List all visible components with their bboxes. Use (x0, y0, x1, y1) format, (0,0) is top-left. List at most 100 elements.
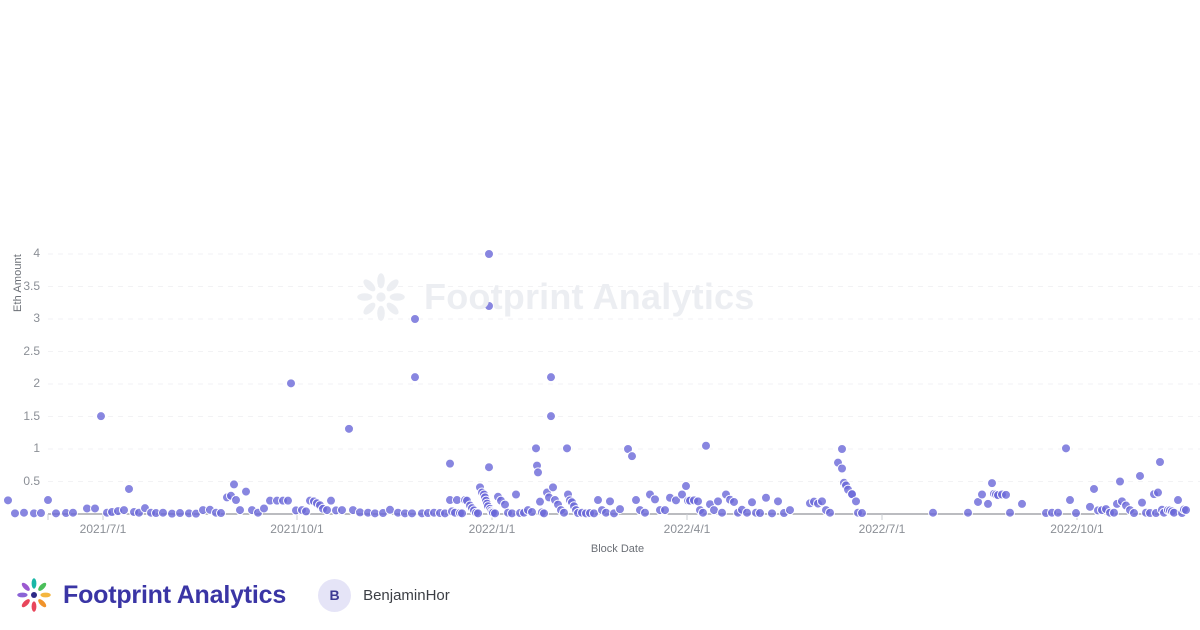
data-point[interactable] (1181, 505, 1191, 516)
data-point[interactable] (548, 482, 558, 493)
data-point[interactable] (301, 506, 311, 517)
data-point[interactable] (755, 508, 765, 519)
data-point[interactable] (817, 496, 827, 507)
user-chip[interactable]: B BenjaminHor (318, 578, 450, 612)
data-point[interactable] (484, 462, 494, 473)
data-point[interactable] (1129, 508, 1139, 519)
data-point[interactable] (259, 503, 269, 514)
data-point[interactable] (562, 443, 572, 454)
data-point[interactable] (511, 489, 521, 500)
data-point[interactable] (987, 478, 997, 489)
data-point[interactable] (650, 494, 660, 505)
data-point[interactable] (10, 508, 20, 519)
data-point[interactable] (484, 249, 494, 259)
data-point[interactable] (539, 508, 549, 519)
data-point[interactable] (559, 507, 569, 518)
data-point[interactable] (605, 496, 615, 507)
data-point[interactable] (283, 495, 293, 506)
data-point[interactable] (857, 508, 867, 519)
data-point[interactable] (983, 498, 993, 509)
data-point[interactable] (229, 479, 239, 490)
data-point[interactable] (344, 423, 354, 434)
data-point[interactable] (767, 508, 777, 519)
data-point[interactable] (490, 508, 500, 519)
data-point[interactable] (593, 495, 603, 506)
data-point[interactable] (96, 411, 106, 422)
data-point[interactable] (68, 507, 78, 518)
data-point[interactable] (90, 503, 100, 514)
data-point[interactable] (1005, 507, 1015, 518)
data-point[interactable] (158, 507, 168, 518)
data-point[interactable] (742, 507, 752, 518)
data-point[interactable] (615, 504, 625, 515)
data-point[interactable] (837, 444, 847, 454)
data-point[interactable] (701, 440, 711, 451)
data-point[interactable] (825, 507, 835, 518)
data-point[interactable] (473, 508, 483, 519)
data-point[interactable] (286, 378, 296, 389)
data-point[interactable] (963, 507, 973, 518)
data-point[interactable] (410, 372, 420, 383)
data-point[interactable] (231, 495, 241, 506)
data-point[interactable] (640, 507, 650, 518)
data-point[interactable] (175, 508, 185, 519)
data-point[interactable] (241, 486, 251, 497)
data-point[interactable] (977, 489, 987, 500)
data-point[interactable] (527, 507, 537, 518)
data-point[interactable] (773, 496, 783, 507)
data-point[interactable] (1065, 495, 1075, 506)
data-point[interactable] (1135, 470, 1145, 481)
data-point[interactable] (681, 481, 691, 492)
data-point[interactable] (1071, 508, 1081, 519)
data-point[interactable] (1155, 457, 1165, 467)
data-point[interactable] (837, 463, 847, 474)
data-point[interactable] (546, 372, 556, 383)
data-point[interactable] (535, 496, 545, 507)
data-point[interactable] (761, 492, 771, 503)
data-point[interactable] (851, 496, 861, 507)
data-point[interactable] (717, 507, 727, 518)
data-point[interactable] (533, 467, 543, 478)
data-point[interactable] (747, 497, 757, 508)
data-point[interactable] (1173, 495, 1183, 506)
data-point[interactable] (546, 411, 556, 422)
data-point[interactable] (693, 496, 703, 507)
data-point[interactable] (43, 495, 53, 506)
data-point[interactable] (19, 507, 29, 518)
data-point[interactable] (51, 508, 61, 519)
data-point[interactable] (660, 505, 670, 516)
data-point[interactable] (337, 505, 347, 516)
data-point[interactable] (1109, 507, 1119, 518)
data-point[interactable] (3, 495, 13, 506)
scatter-chart: Footprint Analytics Eth Amount Block Dat… (0, 0, 1200, 560)
data-point[interactable] (785, 505, 795, 516)
data-point[interactable] (484, 301, 494, 311)
data-point[interactable] (407, 508, 417, 519)
data-point[interactable] (1017, 498, 1027, 509)
data-point[interactable] (1001, 489, 1011, 500)
data-point[interactable] (216, 508, 226, 519)
data-point[interactable] (713, 496, 723, 507)
data-point[interactable] (631, 495, 641, 506)
data-point[interactable] (326, 495, 336, 506)
data-point[interactable] (445, 458, 455, 469)
data-point[interactable] (1137, 497, 1147, 508)
data-point[interactable] (1115, 476, 1125, 487)
data-point[interactable] (457, 508, 467, 519)
data-point[interactable] (1089, 483, 1099, 494)
data-point[interactable] (627, 451, 637, 462)
data-point[interactable] (410, 314, 420, 324)
data-point[interactable] (531, 443, 541, 454)
y-axis-tick-label: 1 (33, 441, 40, 455)
data-point[interactable] (928, 507, 938, 518)
data-point[interactable] (322, 505, 332, 516)
data-point[interactable] (119, 505, 129, 516)
data-point[interactable] (124, 483, 134, 494)
data-point[interactable] (235, 505, 245, 516)
data-point[interactable] (36, 508, 46, 519)
data-point[interactable] (698, 507, 708, 518)
data-point[interactable] (1053, 507, 1063, 518)
data-point[interactable] (729, 496, 739, 507)
data-point[interactable] (1061, 443, 1071, 454)
data-point[interactable] (1153, 487, 1163, 498)
